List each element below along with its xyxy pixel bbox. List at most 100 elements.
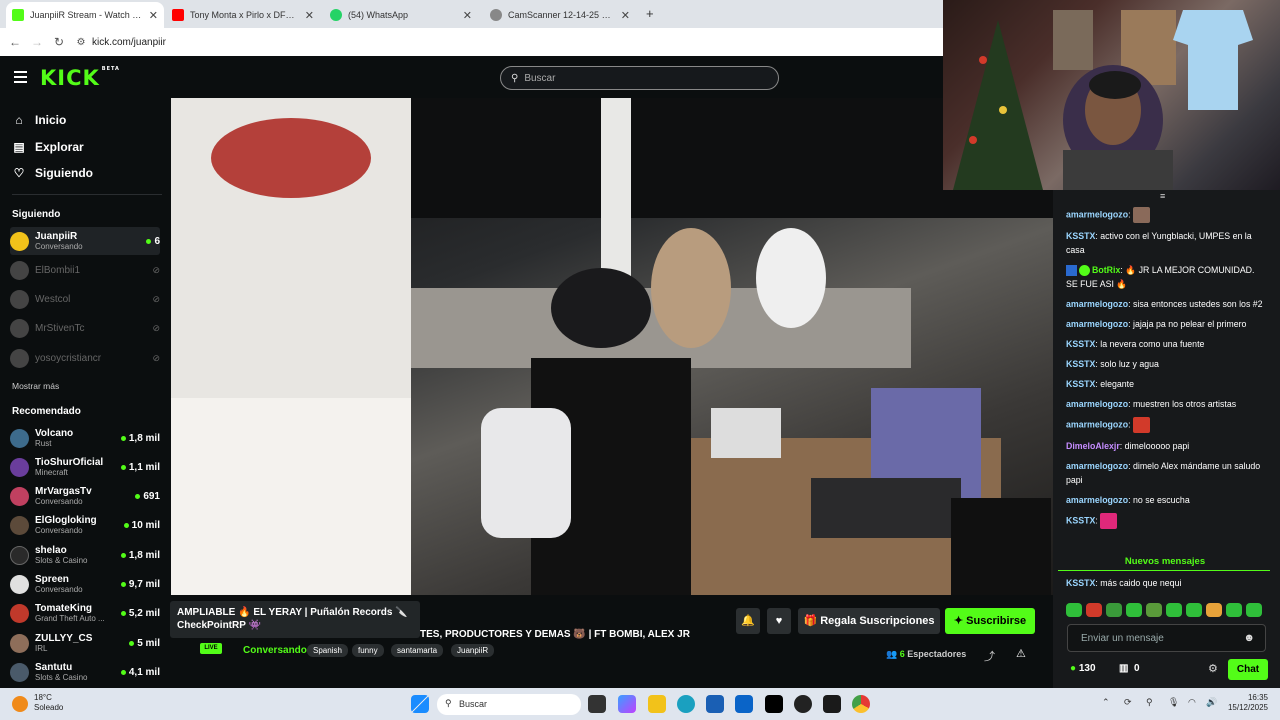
recommended-channel[interactable]: ElGlogloking Conversando 10 mil (10, 511, 160, 539)
chat-username[interactable]: KSSTX (1066, 339, 1095, 349)
following-channel-yosoycristiancr[interactable]: yosoycristiancr ⊘ (10, 344, 160, 372)
chat-username[interactable]: KSSTX (1066, 359, 1095, 369)
recommended-channel[interactable]: MrVargasTv Conversando 691 (10, 482, 160, 510)
subscribe-button[interactable]: ✦ Suscribirse (945, 608, 1035, 634)
chrome-icon[interactable] (852, 695, 870, 713)
close-tab-icon[interactable]: ✕ (463, 9, 472, 22)
chat-username[interactable]: KSSTX (1066, 231, 1095, 241)
recommended-channel[interactable]: Spreen Conversando 9,7 mil (10, 570, 160, 598)
vault-counter[interactable]: ▥ 0 (1119, 663, 1140, 674)
new-messages-label[interactable]: Nuevos mensajes (1105, 556, 1225, 567)
recommended-channel[interactable]: TomateKing Grand Theft Auto ... 5,2 mil (10, 599, 160, 627)
tray-icon[interactable]: ⟳ (1124, 697, 1132, 708)
stream-tag[interactable]: Spanish (307, 644, 348, 657)
chat-username[interactable]: amarmelogozo (1066, 419, 1128, 429)
emote-icon[interactable] (1066, 603, 1082, 617)
recommended-channel[interactable]: Santutu Slots & Casino 4,1 mil (10, 658, 160, 686)
taskbar-clock[interactable]: 16:35 15/12/2025 (1226, 693, 1268, 713)
browser-tab-whatsapp[interactable]: (54) WhatsApp ✕ (324, 2, 478, 28)
chat-username[interactable]: KSSTX (1066, 379, 1095, 389)
new-tab-button[interactable]: + (646, 6, 654, 21)
stream-tag[interactable]: funny (352, 644, 384, 657)
channel-points[interactable]: ● 130 (1070, 663, 1096, 674)
chat-settings-gear-icon[interactable]: ⚙ (1208, 662, 1218, 675)
windows-start-icon[interactable] (411, 695, 429, 713)
file-explorer-icon[interactable] (648, 695, 666, 713)
browser-tab-camscanner[interactable]: CamScanner 12-14-25 15.16 ✕ (484, 2, 636, 28)
copilot-icon[interactable] (618, 695, 636, 713)
chat-username[interactable]: DimeloAlexjr (1066, 441, 1120, 451)
capcut-icon[interactable] (823, 695, 841, 713)
chat-username[interactable]: amarmelogozo (1066, 299, 1128, 309)
emote-icon[interactable] (1186, 603, 1202, 617)
emote-icon[interactable] (1226, 603, 1242, 617)
edge-icon[interactable] (677, 695, 695, 713)
following-channel-elbombii1[interactable]: ElBombii1 ⊘ (10, 256, 160, 284)
emote-icon[interactable] (1166, 603, 1182, 617)
site-info-icon[interactable]: ⚙ (70, 37, 92, 48)
following-channel-westcol[interactable]: Westcol ⊘ (10, 285, 160, 313)
menu-icon[interactable] (14, 71, 27, 83)
nav-siguiendo[interactable]: ♡ Siguiendo (12, 166, 93, 180)
search-input[interactable]: ⚲ Buscar (500, 66, 779, 90)
show-hidden-icons-icon[interactable]: ⌃ (1102, 697, 1110, 708)
emote-icon[interactable] (1106, 603, 1122, 617)
follow-heart-button[interactable]: ♥ (767, 608, 791, 634)
emote-icon[interactable] (1206, 603, 1222, 617)
tray-icon[interactable]: ⚲ (1146, 697, 1153, 708)
chat-username[interactable]: amarmelogozo (1066, 209, 1128, 219)
gift-subs-button[interactable]: 🎁 Regala Suscripciones (798, 608, 940, 634)
chat-username[interactable]: amarmelogozo (1066, 461, 1128, 471)
recommended-channel[interactable]: Volcano Rust 1,8 mil (10, 424, 160, 452)
outlook-icon[interactable] (735, 695, 753, 713)
url-field[interactable]: kick.com/juanpiir (92, 37, 166, 48)
recommended-channel[interactable]: shelao Slots & Casino 1,8 mil (10, 541, 160, 569)
app-icon[interactable] (794, 695, 812, 713)
reload-icon[interactable]: ↻ (48, 35, 70, 49)
notifications-bell-button[interactable]: 🔔 (736, 608, 760, 634)
forward-icon[interactable]: → (26, 35, 48, 49)
following-channel-mrstiventc[interactable]: MrStivenTc ⊘ (10, 314, 160, 342)
report-icon[interactable]: ⚠ (1016, 647, 1026, 660)
recommended-channel[interactable]: TioShurOficial Minecraft 1,1 mil (10, 453, 160, 481)
following-channel-juanpiir[interactable]: JuanpiiR Conversando 6 (10, 227, 160, 255)
weather-widget[interactable]: 18°C Soleado (34, 693, 63, 713)
emote-icon[interactable] (1086, 603, 1102, 617)
tiktok-icon[interactable] (765, 695, 783, 713)
chat-username[interactable]: amarmelogozo (1066, 319, 1128, 329)
back-icon[interactable]: ← (4, 35, 26, 49)
taskbar-search[interactable]: ⚲ Buscar (437, 694, 581, 715)
close-tab-icon[interactable]: ✕ (305, 9, 314, 22)
chat-scroll-handle-icon[interactable]: ≡ (1160, 191, 1165, 201)
chat-message-input[interactable]: Enviar un mensaje ☻ (1067, 624, 1266, 652)
close-tab-icon[interactable]: ✕ (621, 9, 630, 22)
kick-logo[interactable]: KICK BETA (40, 66, 120, 90)
stream-tag[interactable]: santamarta (391, 644, 444, 657)
share-icon[interactable]: ⤴ (984, 648, 995, 664)
chat-username[interactable]: KSSTX (1066, 515, 1095, 525)
emoji-picker-icon[interactable]: ☻ (1243, 632, 1255, 644)
send-chat-button[interactable]: Chat (1228, 659, 1268, 680)
wifi-icon[interactable]: ◠ (1188, 697, 1196, 708)
stream-category-link[interactable]: Conversando (243, 645, 307, 656)
chat-username[interactable]: BotRix (1092, 265, 1120, 275)
chat-username[interactable]: KSSTX (1066, 578, 1095, 588)
browser-tab-youtube[interactable]: Tony Monta x Pirlo x DFZM x Tc ✕ (166, 2, 320, 28)
volume-icon[interactable]: 🔊 (1206, 697, 1217, 708)
browser-tab-kick[interactable]: JuanpiiR Stream - Watch Live o ✕ (6, 2, 164, 28)
nav-inicio[interactable]: ⌂ Inicio (12, 113, 66, 127)
video-player[interactable] (171, 98, 1053, 595)
close-tab-icon[interactable]: ✕ (149, 9, 158, 22)
store-icon[interactable] (706, 695, 724, 713)
microphone-icon[interactable]: 🎙 (1168, 697, 1179, 708)
stream-tag[interactable]: JuanpiiR (451, 644, 495, 657)
emote-icon[interactable] (1126, 603, 1142, 617)
recommended-channel[interactable]: ZULLYY_CS IRL 5 mil (10, 629, 160, 657)
chat-username[interactable]: amarmelogozo (1066, 399, 1128, 409)
nav-explorar[interactable]: ▤ Explorar (12, 140, 83, 154)
task-view-icon[interactable] (588, 695, 606, 713)
emote-icon[interactable] (1146, 603, 1162, 617)
chat-username[interactable]: amarmelogozo (1066, 495, 1128, 505)
emote-icon[interactable] (1246, 603, 1262, 617)
show-more-link[interactable]: Mostrar más (12, 381, 59, 391)
